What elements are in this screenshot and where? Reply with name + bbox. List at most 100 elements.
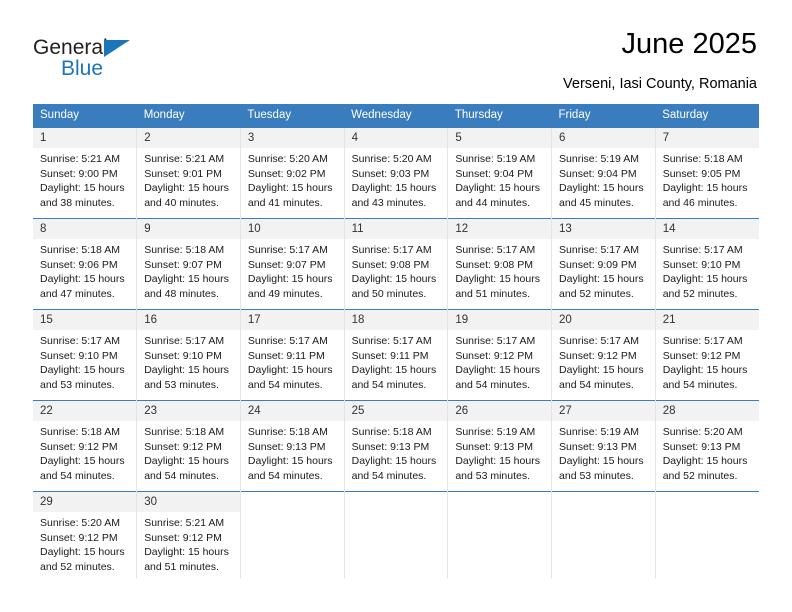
daylight-text-line2: and 52 minutes.: [662, 469, 738, 482]
sunset-text: Sunset: 9:09 PM: [559, 258, 637, 271]
sunset-text: Sunset: 9:12 PM: [144, 440, 222, 453]
day-number: 5: [448, 128, 552, 148]
sunrise-text: Sunrise: 5:17 AM: [247, 244, 328, 256]
calendar-day-cell[interactable]: 29 Sunrise: 5:20 AM Sunset: 9:12 PM Dayligh…: [33, 491, 137, 578]
weekday-header-friday: Friday: [551, 104, 656, 128]
calendar-week-row: 8 Sunrise: 5:18 AM Sunset: 9:06 PM Daylight…: [33, 218, 759, 310]
sunrise-text: Sunrise: 5:21 AM: [40, 153, 120, 165]
day-details: Sunrise: 5:17 AM Sunset: 9:11 PM Daylight:…: [241, 330, 344, 392]
calendar-day-cell[interactable]: 17 Sunrise: 5:17 AM Sunset: 9:11 PM Dayligh…: [239, 309, 345, 401]
day-number: 16: [137, 310, 240, 330]
calendar-day-cell[interactable]: 1 Sunrise: 5:21 AM Sunset: 9:00 PM Daylight…: [33, 127, 137, 219]
calendar-day-cell[interactable]: 24 Sunrise: 5:18 AM Sunset: 9:13 PM Dayligh…: [239, 400, 345, 492]
sunset-text: Sunset: 9:12 PM: [40, 440, 118, 453]
sunrise-text: Sunrise: 5:17 AM: [351, 244, 432, 256]
sunset-text: Sunset: 9:05 PM: [662, 167, 741, 180]
day-details: Sunrise: 5:21 AM Sunset: 9:12 PM Daylight:…: [137, 512, 240, 574]
day-number: 21: [655, 310, 759, 330]
calendar-day-cell[interactable]: 15 Sunrise: 5:17 AM Sunset: 9:10 PM Dayligh…: [33, 309, 137, 401]
daylight-text-line2: and 50 minutes.: [351, 287, 427, 300]
weekday-header-tuesday: Tuesday: [240, 104, 345, 128]
calendar-day-cell[interactable]: 20 Sunrise: 5:17 AM Sunset: 9:12 PM Dayligh…: [551, 309, 656, 401]
generalblue-logo[interactable]: General Blue: [33, 36, 213, 84]
calendar-day-cell[interactable]: 9 Sunrise: 5:18 AM Sunset: 9:07 PM Daylight…: [136, 218, 241, 310]
weekday-header-saturday: Saturday: [655, 104, 759, 128]
day-details: Sunrise: 5:20 AM Sunset: 9:03 PM Daylight:…: [345, 148, 448, 210]
calendar-day-cell[interactable]: 19 Sunrise: 5:17 AM Sunset: 9:12 PM Dayligh…: [447, 309, 552, 401]
day-number: 2: [137, 128, 240, 148]
calendar-day-cell[interactable]: 28 Sunrise: 5:20 AM Sunset: 9:13 PM Dayligh…: [654, 400, 759, 492]
daylight-text-line2: and 54 minutes.: [40, 469, 115, 482]
calendar-day-cell[interactable]: 30 Sunrise: 5:21 AM Sunset: 9:12 PM Dayligh…: [136, 491, 241, 578]
calendar-day-cell[interactable]: 5 Sunrise: 5:19 AM Sunset: 9:04 PM Daylight…: [447, 127, 552, 219]
day-number: [655, 492, 759, 500]
daylight-text-line2: and 54 minutes.: [144, 469, 219, 482]
calendar-empty-cell: [447, 491, 552, 578]
daylight-text-line2: and 53 minutes.: [40, 378, 115, 391]
calendar-day-cell[interactable]: 18 Sunrise: 5:17 AM Sunset: 9:11 PM Dayligh…: [343, 309, 448, 401]
sunset-text: Sunset: 9:12 PM: [40, 531, 118, 544]
day-details: Sunrise: 5:18 AM Sunset: 9:07 PM Daylight:…: [137, 239, 240, 301]
day-number: 25: [344, 401, 448, 421]
calendar-day-cell[interactable]: 8 Sunrise: 5:18 AM Sunset: 9:06 PM Daylight…: [33, 218, 137, 310]
daylight-text-line1: Daylight: 15 hours: [559, 273, 644, 285]
day-number: 15: [33, 310, 137, 330]
day-number: 3: [240, 128, 344, 148]
day-details: Sunrise: 5:21 AM Sunset: 9:01 PM Daylight:…: [137, 148, 240, 210]
calendar-day-cell[interactable]: 2 Sunrise: 5:21 AM Sunset: 9:01 PM Daylight…: [136, 127, 241, 219]
day-number: 22: [33, 401, 137, 421]
sunrise-text: Sunrise: 5:20 AM: [40, 517, 120, 529]
calendar-day-cell[interactable]: 3 Sunrise: 5:20 AM Sunset: 9:02 PM Daylight…: [239, 127, 345, 219]
daylight-text-line1: Daylight: 15 hours: [662, 182, 748, 194]
sunset-text: Sunset: 9:03 PM: [351, 167, 430, 180]
calendar-page: General Blue June 2025 Verseni, Iasi Cou…: [0, 0, 792, 612]
day-number: 26: [448, 401, 552, 421]
calendar-day-cell[interactable]: 22 Sunrise: 5:18 AM Sunset: 9:12 PM Dayligh…: [33, 400, 137, 492]
daylight-text-line1: Daylight: 15 hours: [40, 455, 125, 467]
day-number: 17: [240, 310, 344, 330]
calendar-day-cell[interactable]: 23 Sunrise: 5:18 AM Sunset: 9:12 PM Dayligh…: [136, 400, 241, 492]
page-header: General Blue June 2025 Verseni, Iasi Cou…: [0, 0, 792, 104]
day-number: 9: [137, 219, 240, 239]
logo-text-blue: Blue: [61, 57, 104, 80]
day-number: 14: [655, 219, 759, 239]
sunrise-text: Sunrise: 5:20 AM: [351, 153, 432, 165]
daylight-text-line1: Daylight: 15 hours: [144, 455, 229, 467]
daylight-text-line1: Daylight: 15 hours: [351, 273, 437, 285]
daylight-text-line2: and 53 minutes.: [455, 469, 531, 482]
calendar-day-cell[interactable]: 6 Sunrise: 5:19 AM Sunset: 9:04 PM Daylight…: [551, 127, 656, 219]
sunrise-text: Sunrise: 5:17 AM: [455, 244, 536, 256]
calendar-day-cell[interactable]: 21 Sunrise: 5:17 AM Sunset: 9:12 PM Dayligh…: [654, 309, 759, 401]
calendar-day-cell[interactable]: 13 Sunrise: 5:17 AM Sunset: 9:09 PM Dayligh…: [551, 218, 656, 310]
day-details: Sunrise: 5:17 AM Sunset: 9:10 PM Daylight:…: [33, 330, 136, 392]
daylight-text-line1: Daylight: 15 hours: [247, 273, 333, 285]
calendar-day-cell[interactable]: 4 Sunrise: 5:20 AM Sunset: 9:03 PM Daylight…: [343, 127, 448, 219]
calendar-body: 1 Sunrise: 5:21 AM Sunset: 9:00 PM Daylight…: [33, 127, 759, 578]
day-details: Sunrise: 5:19 AM Sunset: 9:13 PM Daylight:…: [552, 421, 655, 483]
sunrise-text: Sunrise: 5:20 AM: [662, 426, 743, 438]
calendar-day-cell[interactable]: 12 Sunrise: 5:17 AM Sunset: 9:08 PM Dayligh…: [447, 218, 552, 310]
day-details: Sunrise: 5:18 AM Sunset: 9:12 PM Daylight:…: [137, 421, 240, 483]
calendar-day-cell[interactable]: 14 Sunrise: 5:17 AM Sunset: 9:10 PM Dayligh…: [654, 218, 759, 310]
calendar-day-cell[interactable]: 25 Sunrise: 5:18 AM Sunset: 9:13 PM Dayligh…: [343, 400, 448, 492]
calendar-day-cell[interactable]: 7 Sunrise: 5:18 AM Sunset: 9:05 PM Daylight…: [654, 127, 759, 219]
weekday-header-sunday: Sunday: [33, 104, 137, 128]
day-details: Sunrise: 5:18 AM Sunset: 9:13 PM Daylight:…: [241, 421, 344, 483]
calendar-day-cell[interactable]: 11 Sunrise: 5:17 AM Sunset: 9:08 PM Dayligh…: [343, 218, 448, 310]
daylight-text-line1: Daylight: 15 hours: [40, 546, 125, 558]
daylight-text-line2: and 44 minutes.: [455, 196, 531, 209]
calendar-day-cell[interactable]: 27 Sunrise: 5:19 AM Sunset: 9:13 PM Dayligh…: [551, 400, 656, 492]
sunset-text: Sunset: 9:12 PM: [144, 531, 222, 544]
day-number: 8: [33, 219, 137, 239]
sunset-text: Sunset: 9:11 PM: [351, 349, 429, 362]
calendar-day-cell[interactable]: 26 Sunrise: 5:19 AM Sunset: 9:13 PM Dayligh…: [447, 400, 552, 492]
daylight-text-line2: and 48 minutes.: [144, 287, 219, 300]
day-number: 4: [344, 128, 448, 148]
day-number: [448, 492, 552, 500]
sunrise-text: Sunrise: 5:21 AM: [144, 517, 225, 529]
calendar-day-cell[interactable]: 10 Sunrise: 5:17 AM Sunset: 9:07 PM Dayligh…: [239, 218, 345, 310]
sunrise-text: Sunrise: 5:19 AM: [455, 153, 536, 165]
day-details: Sunrise: 5:20 AM Sunset: 9:02 PM Daylight:…: [241, 148, 344, 210]
calendar-day-cell[interactable]: 16 Sunrise: 5:17 AM Sunset: 9:10 PM Dayligh…: [136, 309, 241, 401]
day-details: Sunrise: 5:20 AM Sunset: 9:13 PM Daylight:…: [656, 421, 759, 483]
